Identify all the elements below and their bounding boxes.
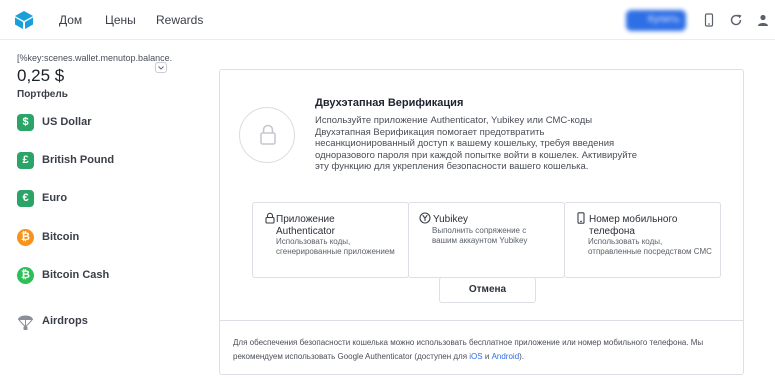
sidebar-item-label: Bitcoin <box>42 231 80 243</box>
bitcoin-icon: ₿ <box>17 229 34 246</box>
nav-prices[interactable]: Цены <box>105 13 136 27</box>
bitcoin-cash-icon: ₿ <box>17 267 34 284</box>
sidebar-item-us-dollar[interactable]: $ US Dollar <box>17 114 197 132</box>
sidebar-item-label: Airdrops <box>42 315 88 327</box>
header-cta-button[interactable]: Купить <box>626 10 686 31</box>
sidebar-item-label: British Pound <box>42 154 115 166</box>
option-title: Yubikey <box>433 214 469 225</box>
balance-amount: 0,25 $ <box>17 66 65 85</box>
portfolio-label[interactable]: Портфель <box>17 89 68 100</box>
nav-rewards[interactable]: Rewards <box>156 13 203 27</box>
card-title: Двухэтапная Верификация <box>315 97 464 109</box>
dollar-icon: $ <box>17 114 34 131</box>
option-title: Приложение Authenticator <box>276 214 335 237</box>
user-icon[interactable] <box>756 13 770 27</box>
sidebar-item-label: Bitcoin Cash <box>42 269 110 281</box>
balance-key-label: [%key:scenes.wallet.menutop.balance. <box>17 53 173 63</box>
card-footer: Для обеспечения безопасности кошелька мо… <box>220 320 743 374</box>
option-authenticator-app[interactable]: Приложение Authenticator Использовать ко… <box>252 202 409 278</box>
euro-icon: € <box>17 190 34 207</box>
sidebar: [%key:scenes.wallet.menutop.balance. 0,2… <box>0 41 200 379</box>
lock-icon <box>260 124 276 145</box>
nav-home[interactable]: Дом <box>59 13 82 27</box>
footer-note: Для обеспечения безопасности кошелька мо… <box>233 336 728 364</box>
sidebar-item-bitcoin-cash[interactable]: ₿ Bitcoin Cash <box>17 267 197 285</box>
option-subtitle: Использовать коды, отправленные посредст… <box>588 237 712 256</box>
balance-dropdown-toggle[interactable] <box>155 62 167 73</box>
android-link[interactable]: Android <box>492 352 520 361</box>
footer-end: ). <box>519 352 525 361</box>
option-mobile-phone[interactable]: Номер мобильного телефона Использовать к… <box>564 202 721 278</box>
top-header: Дом Цены Rewards Купить <box>0 0 775 40</box>
card-description: Используйте приложение Authenticator, Yu… <box>315 115 638 172</box>
refresh-icon[interactable] <box>729 13 743 27</box>
sidebar-item-label: US Dollar <box>42 116 92 128</box>
parachute-icon <box>18 315 33 330</box>
cancel-button[interactable]: Отмена <box>439 277 536 303</box>
sidebar-item-label: Euro <box>42 192 68 204</box>
lock-icon <box>265 212 275 224</box>
pound-icon: £ <box>17 152 34 169</box>
yubikey-icon <box>419 212 431 224</box>
footer-and: и <box>484 352 490 361</box>
lock-badge <box>239 107 295 163</box>
sidebar-item-bitcoin[interactable]: ₿ Bitcoin <box>17 229 197 247</box>
blockchain-logo-icon[interactable] <box>14 10 34 30</box>
chevron-down-icon <box>158 66 164 70</box>
option-subtitle: Выполнить сопряжение с вашим аккаунтом Y… <box>432 226 528 245</box>
ios-link[interactable]: iOS <box>469 352 482 361</box>
sidebar-item-airdrops[interactable]: Airdrops <box>17 313 197 331</box>
sidebar-item-british-pound[interactable]: £ British Pound <box>17 152 197 170</box>
two-factor-card: Двухэтапная Верификация Используйте прил… <box>219 69 744 375</box>
mobile-phone-icon[interactable] <box>702 13 716 27</box>
option-yubikey[interactable]: Yubikey Выполнить сопряжение с вашим акк… <box>408 202 565 278</box>
option-subtitle: Использовать коды, сгенерированные прило… <box>276 237 395 256</box>
phone-icon <box>577 212 585 224</box>
header-cta-label: Купить <box>648 14 680 25</box>
sidebar-item-euro[interactable]: € Euro <box>17 190 197 208</box>
option-title: Номер мобильного телефона <box>589 214 678 237</box>
